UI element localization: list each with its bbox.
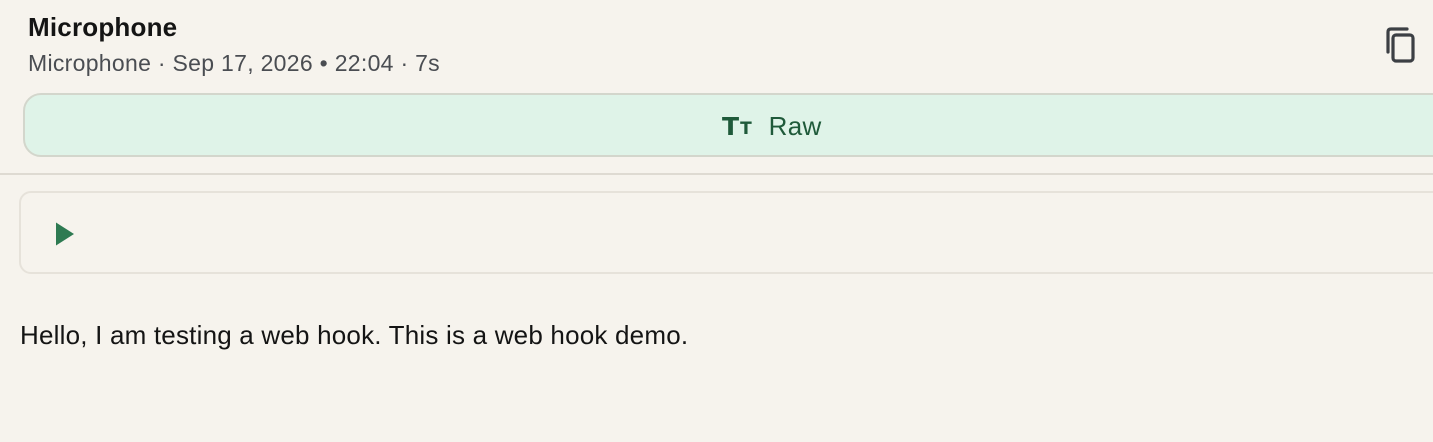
transcript-text: Hello, I am testing a web hook. This is … <box>20 320 689 350</box>
raw-label: Raw <box>768 110 822 141</box>
recording-title: Microphone <box>28 12 178 42</box>
recording-meta: Microphone · Sep 17, 2026 • 22:04 · 7s <box>28 50 440 76</box>
copy-icon <box>1380 24 1420 66</box>
raw-mode-button[interactable]: TT Raw <box>23 93 1433 157</box>
play-icon <box>53 221 77 247</box>
play-button[interactable] <box>53 221 77 247</box>
recording-header: Microphone Microphone · Sep 17, 2026 • 2… <box>0 0 1433 175</box>
audio-player <box>19 191 1433 274</box>
text-size-icon: TT <box>722 112 752 141</box>
copy-button[interactable] <box>1380 24 1420 66</box>
